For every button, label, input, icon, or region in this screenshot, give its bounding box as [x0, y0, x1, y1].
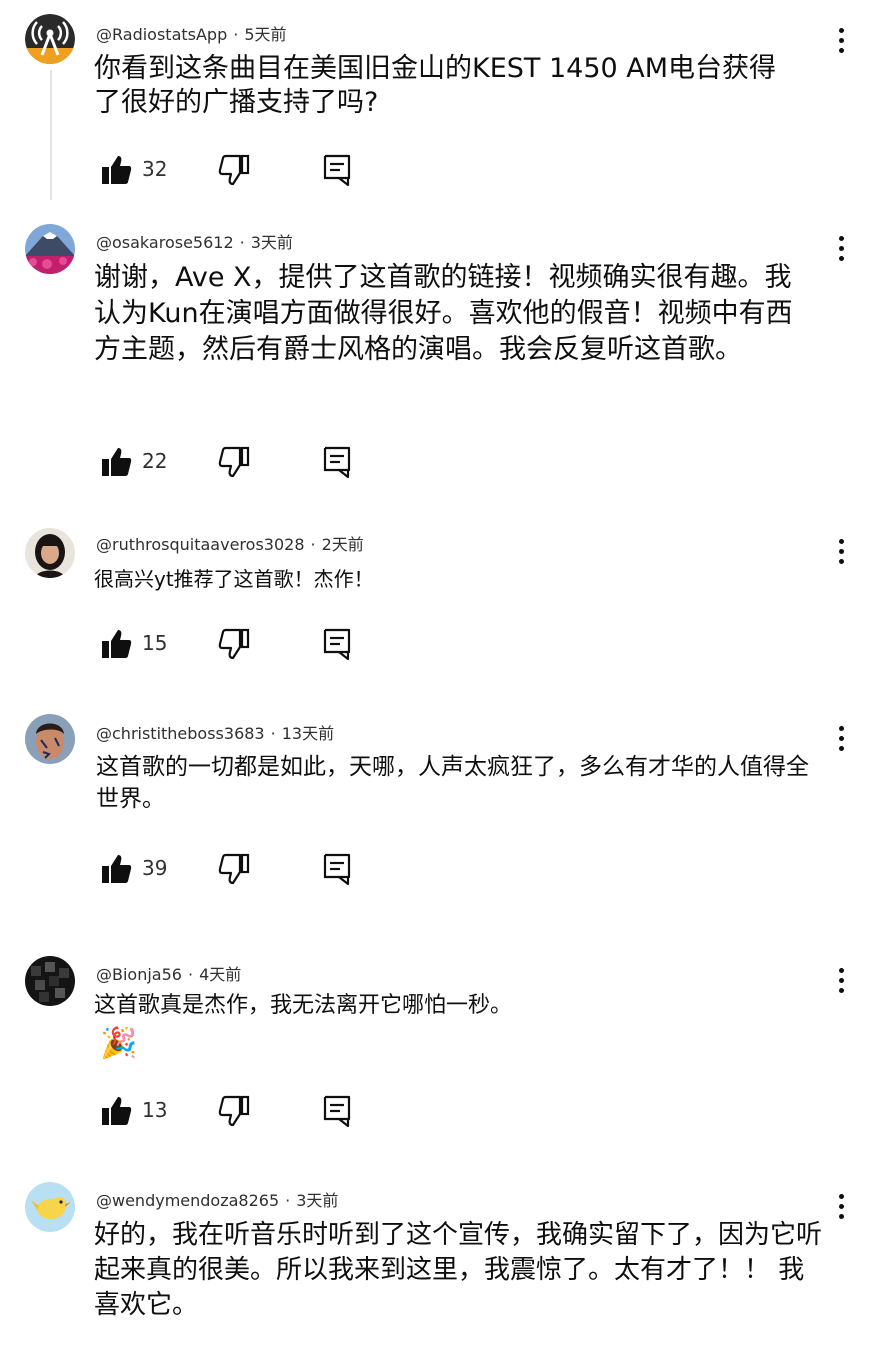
comment-author[interactable]: @ruthrosquitaaveros3028 [96, 535, 305, 554]
avatar[interactable] [25, 528, 75, 578]
thumb-up-icon [102, 448, 132, 476]
comment-actions: 22 [0, 444, 400, 480]
comment-meta: @ruthrosquitaaveros3028 · 2天前 [96, 531, 364, 555]
comment-text: 好的，我在听音乐时听到了这个宣传，我确实留下了，因为它听起来真的很美。所以我来到… [94, 1220, 823, 1320]
reply-button[interactable] [323, 628, 351, 664]
like-button[interactable] [100, 853, 132, 889]
comment-author[interactable]: @Bionja56 [96, 965, 182, 984]
comment-time[interactable]: 3天前 [251, 233, 293, 252]
separator-dot: · [285, 1191, 291, 1210]
like-button[interactable] [100, 1095, 132, 1131]
comment-author[interactable]: @christitheboss3683 [96, 724, 265, 743]
comment-time[interactable]: 2天前 [322, 535, 364, 554]
more-vert-icon[interactable] [826, 722, 856, 758]
comment-text: 很高兴yt推荐了这首歌！杰作！ [94, 567, 374, 591]
like-count: 39 [142, 856, 168, 880]
comment-author[interactable]: @wendymendoza8265 [96, 1191, 279, 1210]
avatar[interactable] [25, 14, 75, 64]
reply-icon [323, 853, 351, 886]
like-button[interactable] [100, 446, 132, 482]
separator-dot: · [187, 965, 194, 984]
comment-time[interactable]: 4天前 [199, 965, 241, 984]
like-button[interactable] [100, 628, 132, 664]
comment-time[interactable]: 13天前 [282, 724, 334, 743]
separator-dot: · [233, 25, 239, 44]
thumb-up-icon [102, 156, 132, 184]
comment-meta: @christitheboss3683 · 13天前 [96, 720, 334, 744]
dislike-button[interactable] [218, 154, 250, 190]
dislike-button[interactable] [218, 446, 250, 482]
reply-icon [323, 154, 351, 187]
comment-actions: 15 [0, 626, 400, 662]
like-count: 13 [142, 1098, 168, 1122]
dislike-button[interactable] [218, 853, 250, 889]
thumb-down-icon [218, 154, 250, 186]
comment-text: 谢谢，Ave X，提供了这首歌的链接！视频确实很有趣。我认为Kun在演唱方面做得… [94, 262, 793, 365]
more-vert-icon[interactable] [826, 1190, 856, 1226]
more-vert-icon[interactable] [826, 535, 856, 571]
reply-button[interactable] [323, 853, 351, 889]
comment-meta: @wendymendoza8265 · 3天前 [96, 1187, 338, 1211]
thumb-down-icon [218, 853, 250, 885]
thumb-down-icon [218, 628, 250, 660]
dislike-button[interactable] [218, 628, 250, 664]
avatar[interactable] [25, 1182, 75, 1232]
more-vert-icon[interactable] [826, 232, 856, 268]
avatar[interactable] [25, 714, 75, 764]
comment-meta: @Bionja56 · 4天前 [96, 961, 241, 985]
comment-time[interactable]: 3天前 [296, 1191, 338, 1210]
comment-author[interactable]: @RadiostatsApp [96, 25, 227, 44]
like-count: 22 [142, 449, 168, 473]
like-button[interactable] [100, 154, 132, 190]
separator-dot: · [310, 535, 316, 554]
comment-meta: @osakarose5612 · 3天前 [96, 229, 293, 253]
more-vert-icon[interactable] [826, 964, 856, 1000]
comment-text: 这首歌的一切都是如此，天哪，人声太疯狂了，多么有才华的人值得全世界。 [96, 754, 809, 812]
comment-actions: 32 [0, 152, 400, 188]
thumb-up-icon [102, 630, 132, 658]
avatar[interactable] [25, 224, 75, 274]
like-count: 15 [142, 631, 168, 655]
thumb-down-icon [218, 446, 250, 478]
comment-actions: 13 [0, 1093, 400, 1129]
more-vert-icon[interactable] [826, 24, 856, 60]
avatar[interactable] [25, 956, 75, 1006]
reply-button[interactable] [323, 154, 351, 190]
comment-meta: @RadiostatsApp · 5天前 [96, 21, 287, 45]
comment-time[interactable]: 5天前 [244, 25, 286, 44]
reply-icon [323, 1095, 351, 1128]
reply-button[interactable] [323, 446, 351, 482]
thumb-down-icon [218, 1095, 250, 1127]
thumb-up-icon [102, 855, 132, 883]
comment-author[interactable]: @osakarose5612 [96, 233, 234, 252]
comment-text: 你看到这条曲目在美国旧金山的KEST 1450 AM电台获得了很好的广播支持了吗… [94, 53, 777, 118]
party-popper-emoji: 🎉 [100, 1026, 138, 1061]
comment-actions: 39 [0, 851, 400, 887]
comment-text: 这首歌真是杰作，我无法离开它哪怕一秒。 [94, 993, 513, 1018]
reply-icon [323, 446, 351, 479]
reply-icon [323, 628, 351, 661]
reply-button[interactable] [323, 1095, 351, 1131]
thumb-up-icon [102, 1097, 132, 1125]
separator-dot: · [270, 724, 276, 743]
like-count: 32 [142, 157, 168, 181]
separator-dot: · [239, 233, 245, 252]
dislike-button[interactable] [218, 1095, 250, 1131]
